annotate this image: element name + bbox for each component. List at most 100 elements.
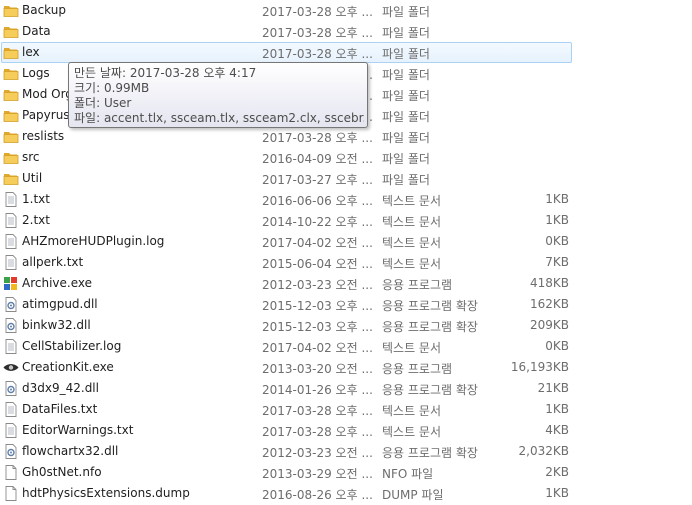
file-name: d3dx9_42.dll <box>22 381 99 395</box>
file-size: 7KB <box>545 255 569 269</box>
tooltip-files: 파일: accent.tlx, ssceam.tlx, ssceam2.clx,… <box>74 111 364 125</box>
file-date: 2013-03-29 오전 ... <box>262 467 373 481</box>
creationkit-exe-icon <box>3 360 19 375</box>
file-type: 파일 폴더 <box>382 173 430 187</box>
file-row[interactable]: 2.txt 2014-10-22 오후 ... 텍스트 문서 1KB <box>0 210 692 231</box>
file-name: Data <box>22 24 51 38</box>
file-type: NFO 파일 <box>382 467 434 481</box>
file-size: 2KB <box>545 465 569 479</box>
file-date: 2014-01-26 오후 ... <box>262 383 373 397</box>
file-row[interactable]: allperk.txt 2015-06-04 오전 ... 텍스트 문서 7KB <box>0 252 692 273</box>
file-row[interactable]: atimgpud.dll 2015-12-03 오후 ... 응용 프로그램 확장 1… <box>0 294 692 315</box>
file-size: 1KB <box>545 192 569 206</box>
file-type: 텍스트 문서 <box>382 215 442 229</box>
file-name: reslists <box>22 129 65 143</box>
dll-icon <box>3 444 19 459</box>
file-name: Archive.exe <box>22 276 93 290</box>
file-size: 418KB <box>529 276 569 290</box>
file-date: 2017-03-28 오후 ... <box>262 131 373 145</box>
file-row[interactable]: CellStabilizer.log 2017-04-02 오전 ... 텍스트 문… <box>0 336 692 357</box>
file-row[interactable]: reslists 2017-03-28 오후 ... 파일 폴더 <box>0 126 692 147</box>
folder-icon <box>3 171 19 186</box>
file-name: 1.txt <box>22 192 50 206</box>
file-type: 응용 프로그램 <box>382 278 453 292</box>
file-row[interactable]: hdtPhysicsExtensions.dump 2016-08-26 오후 .… <box>0 483 692 504</box>
text-file-icon <box>3 402 19 417</box>
file-type: 텍스트 문서 <box>382 404 442 418</box>
file-name: 2.txt <box>22 213 50 227</box>
file-type: 응용 프로그램 확장 <box>382 320 478 334</box>
file-type: 파일 폴더 <box>382 68 430 82</box>
file-row[interactable]: lex 2017-03-28 오후 ... 파일 폴더 <box>0 42 692 63</box>
folder-icon <box>3 66 19 81</box>
file-name: Mod Org <box>22 87 73 101</box>
blank-file-icon <box>3 486 19 501</box>
file-row[interactable]: Archive.exe 2012-03-23 오전 ... 응용 프로그램 418KB <box>0 273 692 294</box>
file-size: 162KB <box>529 297 569 311</box>
folder-icon <box>3 24 19 39</box>
file-date: 2017-03-28 오후 ... <box>262 404 373 418</box>
file-date: 2017-03-28 오후 ... <box>262 425 373 439</box>
file-date: 2015-06-04 오전 ... <box>262 257 373 271</box>
file-size: 16,193KB <box>510 360 569 374</box>
file-type: 파일 폴더 <box>382 89 430 103</box>
folder-icon <box>3 108 19 123</box>
file-row[interactable]: binkw32.dll 2015-12-03 오후 ... 응용 프로그램 확장 20… <box>0 315 692 336</box>
file-type: 텍스트 문서 <box>382 194 442 208</box>
file-type: 파일 폴더 <box>382 110 430 124</box>
dll-icon <box>3 318 19 333</box>
file-size: 209KB <box>529 318 569 332</box>
file-name: Logs <box>22 66 50 80</box>
file-row[interactable]: AHZmoreHUDPlugin.log 2017-04-02 오전 ... 텍스트… <box>0 231 692 252</box>
file-date: 2016-06-06 오후 ... <box>262 194 373 208</box>
file-row[interactable]: Data 2017-03-28 오후 ... 파일 폴더 <box>0 21 692 42</box>
file-date: 2016-04-09 오전 ... <box>262 152 373 166</box>
file-date: 2017-03-28 오후 ... <box>262 47 373 61</box>
text-file-icon <box>3 213 19 228</box>
file-row[interactable]: Util 2017-03-27 오후 ... 파일 폴더 <box>0 168 692 189</box>
file-name: atimgpud.dll <box>22 297 98 311</box>
file-type: 텍스트 문서 <box>382 236 442 250</box>
file-date: 2012-03-23 오전 ... <box>262 278 373 292</box>
file-size: 1KB <box>545 402 569 416</box>
file-date: 2012-03-23 오전 ... <box>262 446 373 460</box>
file-row[interactable]: flowchartx32.dll 2012-03-23 오전 ... 응용 프로그램… <box>0 441 692 462</box>
file-name: Backup <box>22 3 66 17</box>
text-file-icon <box>3 423 19 438</box>
file-type: 응용 프로그램 확장 <box>382 299 478 313</box>
file-name: CellStabilizer.log <box>22 339 122 353</box>
folder-icon <box>3 3 19 18</box>
file-type: 파일 폴더 <box>382 152 430 166</box>
file-size: 1KB <box>545 213 569 227</box>
file-row[interactable]: CreationKit.exe 2013-03-20 오전 ... 응용 프로그램 1… <box>0 357 692 378</box>
folder-icon <box>3 129 19 144</box>
file-type: 텍스트 문서 <box>382 425 442 439</box>
file-row[interactable]: Backup 2017-03-28 오후 ... 파일 폴더 <box>0 0 692 21</box>
file-type: 파일 폴더 <box>382 131 430 145</box>
file-date: 2016-08-26 오후 ... <box>262 488 373 502</box>
folder-info-tooltip: 만든 날짜: 2017-03-28 오후 4:17 크기: 0.99MB 폴더:… <box>68 62 368 128</box>
file-type: 파일 폴더 <box>382 47 430 61</box>
file-row[interactable]: EditorWarnings.txt 2017-03-28 오후 ... 텍스트 문… <box>0 420 692 441</box>
file-name: lex <box>22 45 40 59</box>
folder-icon <box>3 45 19 60</box>
file-size: 2,032KB <box>518 444 569 458</box>
file-type: 텍스트 문서 <box>382 341 442 355</box>
dll-icon <box>3 297 19 312</box>
text-file-icon <box>3 234 19 249</box>
file-name: Papyrus <box>22 108 70 122</box>
file-type: DUMP 파일 <box>382 488 444 502</box>
file-name: AHZmoreHUDPlugin.log <box>22 234 165 248</box>
file-row[interactable]: d3dx9_42.dll 2014-01-26 오후 ... 응용 프로그램 확장 2… <box>0 378 692 399</box>
file-date: 2015-12-03 오후 ... <box>262 320 373 334</box>
file-type: 응용 프로그램 <box>382 362 453 376</box>
file-row[interactable]: Gh0stNet.nfo 2013-03-29 오전 ... NFO 파일 2KB <box>0 462 692 483</box>
file-row[interactable]: 1.txt 2016-06-06 오후 ... 텍스트 문서 1KB <box>0 189 692 210</box>
file-row[interactable]: DataFiles.txt 2017-03-28 오후 ... 텍스트 문서 1KB <box>0 399 692 420</box>
file-size: 0KB <box>545 339 569 353</box>
text-file-icon <box>3 255 19 270</box>
archive-exe-icon <box>3 276 19 291</box>
text-file-icon <box>3 339 19 354</box>
file-row[interactable]: src 2016-04-09 오전 ... 파일 폴더 <box>0 147 692 168</box>
file-type: 응용 프로그램 확장 <box>382 446 478 460</box>
